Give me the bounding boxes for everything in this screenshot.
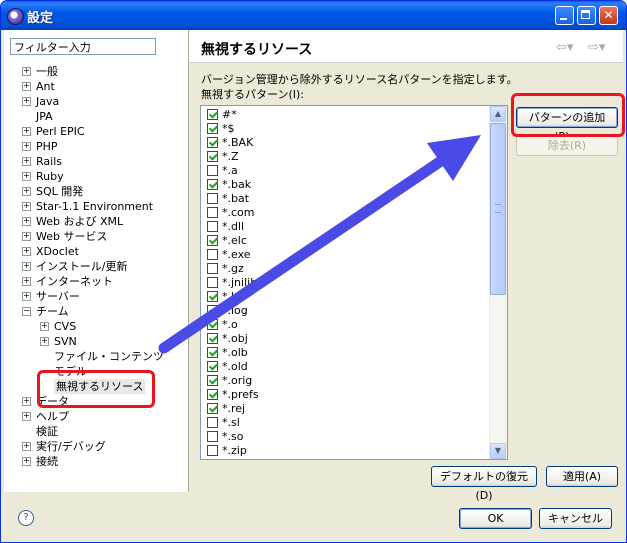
annotation-arrow: [158, 135, 481, 354]
annotation-arrow-shaft: [158, 155, 447, 354]
highlight-selected-tree-item: [37, 370, 155, 408]
highlight-add-pattern-button: [511, 93, 625, 137]
preferences-window: 設定 ✕ +一般+Ant+JavaJPA+Perl EPIC+PHP+Rails…: [0, 0, 627, 543]
annotation-arrow-head: [427, 135, 481, 181]
